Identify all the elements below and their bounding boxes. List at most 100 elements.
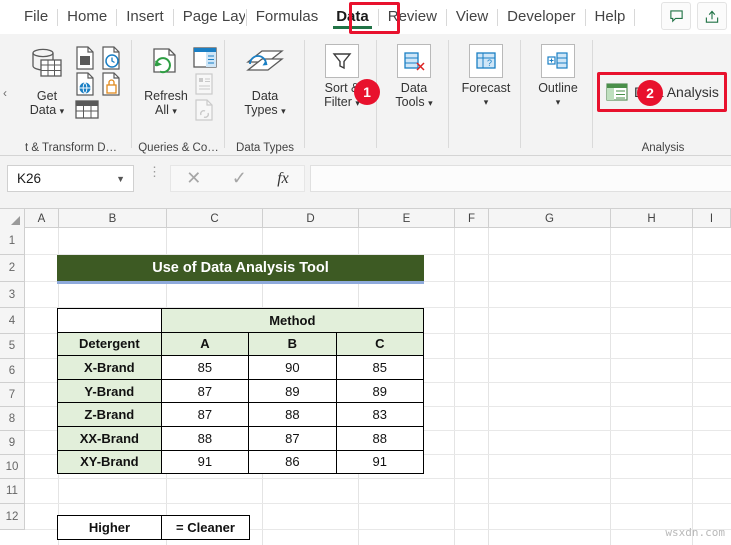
name-box[interactable]: K26 ▼ — [7, 165, 134, 192]
column-header-I[interactable]: I — [693, 209, 731, 228]
refresh-all-button[interactable]: Refresh All ▾ — [138, 46, 194, 118]
row-header-1[interactable]: 1 — [0, 228, 25, 255]
row-header-2[interactable]: 2 — [0, 255, 25, 282]
data-types-label-line2: Types ▾ — [244, 103, 286, 117]
data-types-button[interactable]: Data Types ▾ — [233, 46, 297, 118]
formula-bar-drag-handle[interactable]: ⋮ — [148, 165, 161, 178]
checkmark-icon[interactable]: ✓ — [232, 168, 247, 189]
column-header-B[interactable]: B — [59, 209, 167, 228]
ribbon-group-get-transform: Get Data ▾ t & Transform D… — [12, 34, 130, 156]
group-label-data-types: Data Types — [236, 142, 294, 154]
group-divider — [448, 40, 449, 148]
column-header-F[interactable]: F — [455, 209, 489, 228]
table-cell-value: 87 — [160, 402, 250, 427]
callout-badge-1: 1 — [354, 79, 380, 105]
tab-label: Insert — [126, 7, 164, 25]
tab-review[interactable]: Review — [380, 5, 445, 30]
tab-insert[interactable]: Insert — [118, 5, 172, 30]
tab-view[interactable]: View — [448, 5, 496, 30]
table-cell-value: 85 — [160, 355, 250, 380]
row-header-4[interactable]: 4 — [0, 308, 25, 334]
tab-formulas[interactable]: Formulas — [248, 5, 327, 30]
select-all-corner[interactable] — [0, 209, 25, 228]
table-cell-value: 90 — [248, 355, 337, 380]
row-header-7[interactable]: 7 — [0, 383, 25, 407]
existing-connections-icon[interactable] — [100, 72, 122, 101]
row-header-11[interactable]: 11 — [0, 479, 25, 504]
legend-table: Higher = Cleaner — [57, 515, 250, 540]
get-data-label-line2: Data ▾ — [29, 103, 65, 117]
row-header-3[interactable]: 3 — [0, 282, 25, 308]
table-header-method-b: B — [248, 331, 337, 357]
tab-divider — [172, 8, 174, 26]
tab-label: Formulas — [255, 7, 319, 25]
filter-icon-box — [325, 44, 359, 78]
table-cell-detergent: X-Brand — [57, 355, 162, 380]
group-label-queries: Queries & Co… — [138, 142, 219, 154]
tab-home[interactable]: Home — [59, 5, 115, 30]
row-headers: 1 2 3 4 5 6 7 8 9 10 11 12 — [0, 228, 25, 530]
table-cell-value: 88 — [160, 425, 250, 451]
tab-file[interactable]: File — [16, 5, 56, 30]
ribbon-collapse-icon[interactable]: ‹ — [3, 86, 7, 100]
forecast-button[interactable]: ? Forecast ▾ — [457, 44, 515, 109]
chevron-down-icon[interactable]: ▼ — [116, 174, 125, 184]
tab-label: Data — [336, 7, 369, 25]
grid-line — [692, 228, 693, 545]
tab-developer[interactable]: Developer — [499, 5, 583, 30]
tab-divider — [377, 8, 379, 26]
grid-line — [25, 478, 731, 479]
fx-icon[interactable]: fx — [277, 170, 289, 188]
edit-links-icon — [192, 98, 216, 127]
tab-label: Page Layou — [182, 7, 245, 25]
column-header-H[interactable]: H — [611, 209, 693, 228]
tab-divider — [634, 8, 636, 26]
ribbon-group-outline: Outline ▾ — [523, 34, 591, 156]
formula-bar: K26 ▼ ⋮ ✕ ✓ fx — [0, 156, 731, 209]
titlebar-buttons — [661, 2, 727, 30]
column-header-C[interactable]: C — [167, 209, 263, 228]
row-header-12[interactable]: 12 — [0, 504, 25, 530]
outline-icon-box — [541, 44, 575, 78]
column-header-A[interactable]: A — [25, 209, 59, 228]
tab-label: Help — [594, 7, 626, 25]
get-data-button[interactable]: Get Data ▾ — [20, 46, 74, 118]
tab-help[interactable]: Help — [587, 5, 634, 30]
comment-icon — [669, 9, 683, 23]
comments-button[interactable] — [661, 2, 691, 30]
cancel-x-icon[interactable]: ✕ — [186, 168, 201, 189]
sheet-title-underline — [57, 281, 424, 284]
sheet-title-banner: Use of Data Analysis Tool — [57, 255, 424, 281]
row-header-9[interactable]: 9 — [0, 431, 25, 455]
row-header-6[interactable]: 6 — [0, 359, 25, 383]
column-header-D[interactable]: D — [263, 209, 359, 228]
table-cell-value: 89 — [248, 378, 337, 404]
tab-data[interactable]: Data — [328, 5, 377, 30]
data-tools-button[interactable]: Data Tools ▾ — [385, 44, 443, 110]
chevron-down-icon: ▾ — [483, 97, 489, 107]
sheet-title-text: Use of Data Analysis Tool — [152, 260, 329, 276]
from-table-range-icon[interactable] — [74, 98, 100, 127]
outline-button[interactable]: Outline ▾ — [529, 44, 587, 109]
from-web-icon[interactable] — [74, 72, 96, 101]
group-divider — [304, 40, 305, 148]
share-button[interactable] — [697, 2, 727, 30]
group-divider — [520, 40, 521, 148]
tab-label: View — [455, 7, 489, 25]
row-header-8[interactable]: 8 — [0, 407, 25, 431]
formula-input[interactable] — [310, 165, 731, 192]
from-text-csv-icon[interactable] — [74, 46, 96, 75]
recent-sources-icon[interactable] — [100, 46, 122, 75]
table-row: XX-Brand 88 87 88 — [57, 425, 425, 451]
queries-connections-icon[interactable] — [192, 46, 218, 75]
filter-icon — [332, 53, 352, 70]
group-label-analysis: Analysis — [641, 142, 685, 154]
row-header-5[interactable]: 5 — [0, 334, 25, 359]
table-row: XY-Brand 91 86 91 — [57, 449, 425, 475]
row-header-10[interactable]: 10 — [0, 455, 25, 479]
column-header-G[interactable]: G — [489, 209, 611, 228]
data-tools-label-line1: Data — [400, 81, 428, 95]
tab-page-layout[interactable]: Page Layou — [175, 5, 245, 30]
column-header-E[interactable]: E — [359, 209, 455, 228]
table-header-method: Method — [160, 308, 425, 333]
